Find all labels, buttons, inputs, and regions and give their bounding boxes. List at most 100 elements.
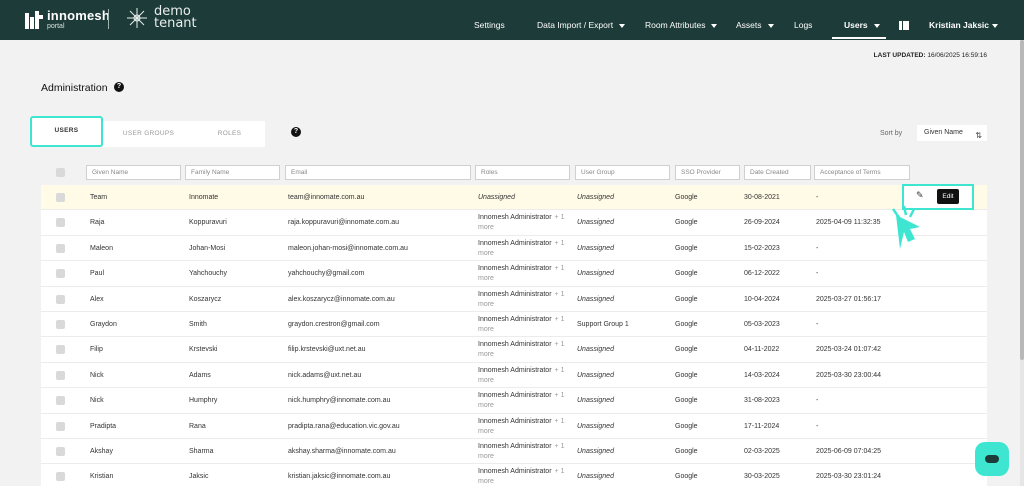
filter-email[interactable]: Email (285, 165, 471, 180)
roles-more-link[interactable]: more (478, 351, 494, 358)
last-updated-label: LAST UPDATED: (873, 52, 926, 59)
tab-roles[interactable]: ROLES (194, 121, 265, 147)
row-checkbox[interactable] (56, 294, 65, 304)
sort-by-label: Sort by (880, 130, 903, 137)
cell-family-name: Adams (189, 371, 211, 379)
filter-given-name[interactable]: Given Name (86, 165, 181, 180)
roles-more-count[interactable]: + 1 (555, 468, 565, 475)
tabs-help-icon[interactable]: ? (291, 127, 301, 137)
table-row[interactable]: Alex Koszarycz alex.koszarycz@innomate.com… (41, 287, 987, 312)
roles-more-link[interactable]: more (478, 453, 494, 460)
chevron-down-icon (619, 23, 626, 28)
sort-by-select[interactable]: Given Name ⇅ (917, 125, 987, 141)
help-icon[interactable]: ? (114, 82, 124, 92)
table-row[interactable]: Nick Humphry nick.humphry@innomate.com.au U… (41, 388, 987, 414)
filter-date-created[interactable]: Date Created (744, 165, 811, 180)
table-row[interactable]: Kristian Jaksic kristian.jaksic@innomate.c… (41, 464, 987, 486)
role-name: Innomesh Administrator (478, 265, 552, 273)
role-name: Innomesh Administrator (478, 417, 552, 425)
user-menu[interactable]: Kristian Jaksic (929, 20, 999, 30)
cell-family-name: Jaksic (189, 473, 209, 481)
cell-email: team@innomate.com.au (288, 194, 365, 201)
cell-sso-provider: Google (675, 270, 698, 278)
scrollbar-thumb[interactable] (1020, 40, 1024, 360)
roles-more-count[interactable]: + 1 (555, 443, 565, 450)
roles-more-link[interactable]: more (478, 428, 494, 435)
select-all-checkbox[interactable] (56, 168, 65, 177)
row-checkbox[interactable] (56, 320, 65, 329)
roles-more-link[interactable]: more (478, 402, 494, 409)
cell-email: akshay.sharma@innomate.com.au (288, 448, 396, 455)
cell-date-created: 02-03-2025 (744, 448, 780, 455)
pencil-icon[interactable]: ✎ (916, 190, 924, 201)
table-row[interactable]: Nick Adams nick.adams@uxt.net.au Unassigned… (41, 363, 987, 389)
chat-support-button[interactable] (975, 442, 1009, 476)
edit-button[interactable]: Edit (937, 189, 959, 204)
role-name: Innomesh Administrator (478, 366, 552, 374)
apps-grid-icon[interactable] (899, 21, 909, 30)
nav-settings[interactable]: Settings (474, 20, 505, 30)
nav-assets[interactable]: Assets (736, 20, 774, 30)
filter-sso-provider[interactable]: SSO Provider (675, 165, 740, 180)
filter-roles[interactable]: Roles (475, 165, 570, 180)
tab-user-groups[interactable]: USER GROUPS (103, 121, 194, 147)
nav-logs[interactable]: Logs (794, 20, 812, 30)
nav-room-attributes[interactable]: Room Attributes (645, 20, 718, 30)
last-updated: LAST UPDATED: 16/06/2025 16:59:16 (874, 52, 987, 59)
row-checkbox[interactable] (56, 218, 65, 228)
row-checkbox[interactable] (56, 243, 65, 253)
table-row[interactable]: Pradipta Rana pradipta.rana@education.vic.… (41, 414, 987, 439)
roles-more-count[interactable]: + 1 (555, 418, 565, 425)
roles-more-link[interactable]: more (478, 250, 494, 257)
filter-family-name[interactable]: Family Name (185, 165, 280, 180)
chevron-down-icon (873, 23, 880, 28)
table-row[interactable]: Maleon Johan-Mosi maleon.johan-mosi@innoma… (41, 236, 987, 262)
cell-roles: Innomesh Administrator + 1 more (478, 391, 564, 411)
roles-more-link[interactable]: more (478, 326, 494, 333)
roles-more-count[interactable]: + 1 (555, 265, 565, 272)
roles-more-link[interactable]: more (478, 275, 494, 282)
cell-date-created: 06-12-2022 (744, 270, 780, 278)
row-checkbox[interactable] (56, 269, 65, 279)
cell-date-created: 04-11-2022 (744, 346, 780, 354)
table-row[interactable]: Graydon Smith graydon.crestron@gmail.com Su… (41, 312, 987, 338)
row-checkbox[interactable] (56, 345, 65, 355)
sort-direction-icon[interactable]: ⇅ (975, 128, 982, 144)
innomesh-logo[interactable]: innomesh portal (25, 9, 110, 30)
table-row[interactable]: Akshay Sharma akshay.sharma@innomate.com.a… (41, 439, 987, 465)
roles-more-count[interactable]: + 1 (555, 240, 565, 247)
cell-family-name: Sharma (189, 448, 214, 455)
nav-users[interactable]: Users (844, 20, 880, 30)
logo-name: innomesh (47, 8, 110, 23)
cell-acceptance: - (816, 194, 819, 201)
cell-given-name: Graydon (90, 321, 117, 328)
roles-more-link[interactable]: more (478, 301, 494, 308)
cell-date-created: 10-04-2024 (744, 295, 780, 303)
roles-more-count[interactable]: + 1 (555, 392, 565, 399)
row-checkbox[interactable] (56, 193, 65, 202)
table-row[interactable]: Filip Krstevski filip.krstevski@uxt.net.au… (41, 337, 987, 363)
row-checkbox[interactable] (56, 370, 65, 380)
table-row[interactable]: Raja Koppuravuri raja.koppuravuri@innomate… (41, 210, 987, 236)
table-row[interactable]: Paul Yahchouchy yahchouchy@gmail.com Unassi… (41, 261, 987, 287)
row-checkbox[interactable] (56, 396, 65, 406)
roles-more-count[interactable]: + 1 (555, 341, 565, 348)
filter-acceptance-of-terms[interactable]: Acceptance of Terms (814, 165, 910, 180)
nav-data-import-export[interactable]: Data Import / Export (537, 20, 626, 30)
roles-more-link[interactable]: more (478, 224, 494, 231)
tab-users[interactable]: USERS (30, 116, 103, 147)
roles-more-count[interactable]: + 1 (555, 291, 565, 298)
row-checkbox[interactable] (56, 421, 65, 431)
filter-user-group[interactable]: User Group (575, 165, 670, 180)
row-checkbox[interactable] (56, 447, 65, 456)
roles-more-link[interactable]: more (478, 377, 494, 384)
roles-more-count[interactable]: + 1 (555, 367, 565, 374)
cell-roles: Innomesh Administrator + 1 more (478, 340, 564, 360)
row-checkbox[interactable] (56, 472, 65, 482)
table-row[interactable]: Team Innomate team@innomate.com.au Unassign… (41, 185, 987, 211)
roles-more-link[interactable]: more (478, 478, 494, 485)
roles-more-count[interactable]: + 1 (555, 214, 565, 221)
cell-roles: Innomesh Administrator + 1 more (478, 290, 564, 310)
cell-given-name: Nick (90, 371, 104, 379)
roles-more-count[interactable]: + 1 (555, 316, 565, 323)
